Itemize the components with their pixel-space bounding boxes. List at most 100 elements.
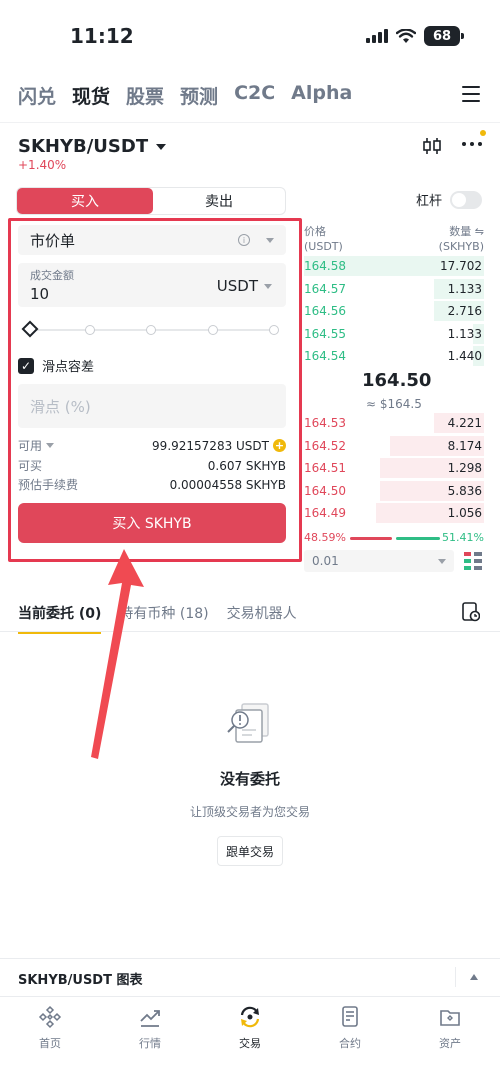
can-buy-value: 0.607 SKHYB (207, 458, 286, 473)
buy-ratio-bar (350, 537, 392, 540)
slider-tick-75[interactable] (208, 325, 218, 335)
price-change: +1.40% (18, 158, 67, 172)
header-divider (0, 122, 500, 123)
orderbook-layout-icon[interactable] (464, 551, 482, 571)
tab-flash-swap[interactable]: 闪兑 (18, 82, 56, 109)
slider-tick-25[interactable] (85, 325, 95, 335)
chevron-down-icon (438, 558, 446, 564)
amount-slider[interactable] (21, 320, 280, 338)
bid-row[interactable]: 164.51 1.298 (304, 458, 484, 478)
tab-trading-bots[interactable]: 交易机器人 (227, 603, 297, 634)
available-label: 可用 (18, 439, 43, 453)
candlestick-chart-icon[interactable] (422, 136, 442, 156)
ask-quantity: 1.440 (447, 349, 482, 363)
top-tabs: 闪兑 现货 股票 预测 C2C Alpha (18, 82, 352, 109)
can-buy-label: 可买 (18, 459, 43, 473)
bid-quantity: 1.298 (447, 461, 482, 475)
slider-tick-100[interactable] (269, 325, 279, 335)
qty-header[interactable]: 数量 ⇋ (439, 224, 484, 239)
pair-name: SKHYB/USDT (18, 136, 149, 157)
tab-stocks[interactable]: 股票 (126, 82, 164, 109)
tabs-divider (0, 631, 500, 632)
amount-input[interactable]: 成交金额 10 USDT (18, 263, 286, 307)
nav-home[interactable]: 首页 (0, 997, 100, 1086)
ask-row[interactable]: 164.57 1.133 (304, 278, 484, 299)
order-history-icon[interactable] (462, 602, 480, 622)
bid-row[interactable]: 164.49 1.056 (304, 503, 484, 523)
wifi-icon (396, 28, 416, 43)
nav-trade[interactable]: 交易 (200, 997, 300, 1086)
leverage-label: 杠杆 (415, 194, 442, 209)
price-header: 价格 (304, 225, 326, 238)
add-funds-icon[interactable]: + (273, 439, 286, 452)
markets-chart-icon (140, 1010, 160, 1027)
slider-tick-50[interactable] (146, 325, 156, 335)
more-options-icon[interactable] (462, 142, 482, 146)
ask-row[interactable]: 164.58 17.702 (304, 256, 484, 276)
available-row: 可用 99.92157283 USDT + (18, 437, 286, 454)
amount-unit: USDT (216, 277, 258, 295)
bid-price: 164.49 (304, 506, 346, 520)
bid-row[interactable]: 164.53 4.221 (304, 413, 484, 433)
buy-button[interactable]: 买入 SKHYB (18, 503, 286, 543)
nav-assets[interactable]: 资产 (400, 997, 500, 1086)
status-time: 11:12 (70, 24, 134, 48)
slider-handle[interactable] (21, 320, 39, 338)
signal-icon (366, 29, 388, 43)
price-unit: (USDT) (304, 240, 343, 253)
info-icon[interactable]: i (238, 234, 250, 246)
nav-markets[interactable]: 行情 (100, 997, 200, 1086)
notification-dot (480, 130, 486, 136)
amount-unit-select[interactable]: USDT (217, 277, 272, 295)
buy-ratio: 48.59% (304, 531, 346, 544)
leverage-toggle[interactable] (450, 190, 482, 209)
ask-quantity: 2.716 (447, 304, 482, 318)
ask-price: 164.58 (304, 259, 346, 273)
bid-price: 164.52 (304, 438, 346, 453)
pair-selector[interactable]: SKHYB/USDT (18, 136, 167, 157)
tab-c2c[interactable]: C2C (234, 82, 275, 109)
buy-sell-ratio: 48.59% 51.41% (304, 531, 484, 545)
tab-spot[interactable]: 现货 (72, 82, 110, 109)
order-type-select[interactable]: 市价单 i (18, 225, 286, 255)
ask-row[interactable]: 164.56 2.716 (304, 301, 484, 321)
chart-drawer[interactable]: SKHYB/USDT 图表 (0, 958, 500, 994)
tab-predict[interactable]: 预测 (180, 82, 218, 109)
fee-value: 0.00004558 SKHYB (169, 477, 286, 492)
leverage-control: 杠杆 (416, 190, 482, 209)
precision-select[interactable]: 0.01 (304, 550, 454, 572)
mid-price: 164.50 (362, 370, 432, 391)
order-type-label: 市价单 (30, 231, 76, 250)
nav-home-label: 首页 (39, 1037, 61, 1050)
fee-row: 预估手续费 0.00004558 SKHYB (18, 476, 286, 493)
mid-price-usd: ≈ $164.5 (366, 397, 422, 411)
bid-row[interactable]: 164.52 8.174 (304, 435, 484, 456)
bid-quantity: 8.174 (447, 438, 482, 453)
bid-quantity: 5.836 (447, 483, 482, 498)
nav-futures[interactable]: 合约 (300, 997, 400, 1086)
wallet-icon (440, 1010, 460, 1026)
bid-quantity: 4.221 (447, 416, 482, 430)
chevron-up-icon[interactable] (470, 974, 478, 980)
nav-futures-label: 合约 (339, 1037, 361, 1050)
copy-trading-button[interactable]: 跟单交易 (217, 836, 283, 866)
tab-alpha[interactable]: Alpha (291, 82, 352, 109)
nav-markets-label: 行情 (139, 1037, 161, 1050)
chevron-down-icon (156, 143, 167, 150)
menu-icon[interactable] (462, 86, 480, 102)
slippage-toggle[interactable]: ✓ 滑点容差 (18, 356, 94, 375)
slippage-input[interactable]: 滑点 (%) (18, 384, 286, 428)
bid-price: 164.53 (304, 416, 346, 430)
buy-tab[interactable]: 买入 (17, 188, 153, 214)
empty-subtitle: 让顶级交易者为您交易 (189, 805, 310, 819)
status-bar: 11:12 68 (0, 0, 500, 70)
sell-tab[interactable]: 卖出 (153, 188, 285, 214)
ask-row[interactable]: 164.54 1.440 (304, 346, 484, 366)
ask-quantity: 1.133 (447, 326, 482, 341)
bid-row[interactable]: 164.50 5.836 (304, 480, 484, 501)
futures-contract-icon (342, 1006, 358, 1027)
ask-quantity: 17.702 (440, 259, 482, 273)
chevron-down-icon[interactable] (46, 443, 55, 448)
ask-row[interactable]: 164.55 1.133 (304, 323, 484, 344)
checkbox-checked-icon[interactable]: ✓ (18, 357, 34, 374)
